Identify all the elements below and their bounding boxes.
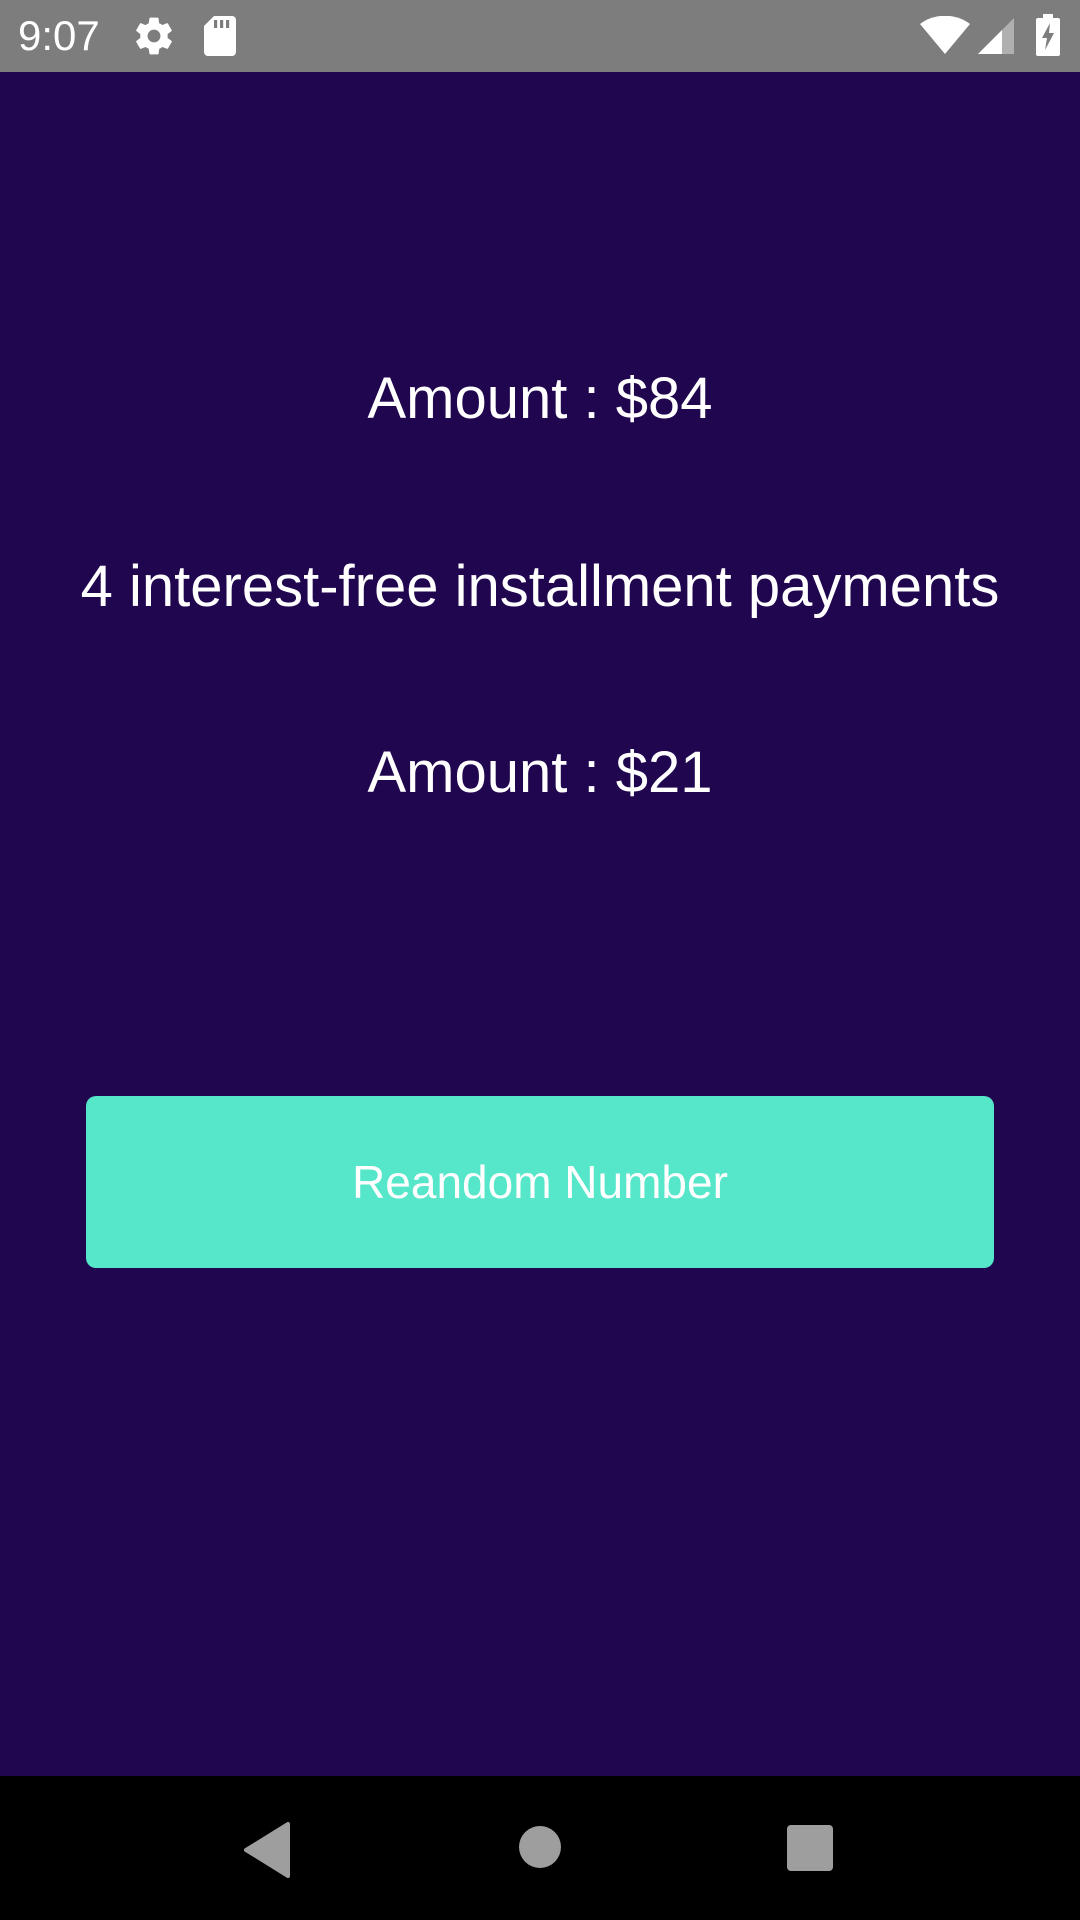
back-icon <box>244 1822 290 1878</box>
wifi-icon <box>920 16 970 54</box>
installment-amount-label: Amount : $21 <box>367 740 713 805</box>
recents-button[interactable] <box>740 1776 880 1920</box>
home-button[interactable] <box>470 1776 610 1920</box>
battery-charging-icon <box>1036 14 1060 56</box>
sd-card-icon <box>204 16 236 56</box>
status-bar: 9:07 <box>0 0 1080 72</box>
total-amount-label: Amount : $84 <box>367 366 713 431</box>
back-button[interactable] <box>200 1776 340 1920</box>
recents-icon <box>787 1825 833 1871</box>
signal-icon <box>978 18 1014 54</box>
app-screen: 9:07 Amount : $84 4 interest-free instal… <box>0 0 1080 1920</box>
random-number-button[interactable]: Reandom Number <box>86 1096 994 1268</box>
status-time: 9:07 <box>18 12 100 59</box>
navigation-bar <box>0 1776 1080 1920</box>
gear-icon <box>136 17 172 55</box>
home-icon <box>519 1826 561 1868</box>
installments-description: 4 interest-free installment payments <box>80 554 1000 619</box>
